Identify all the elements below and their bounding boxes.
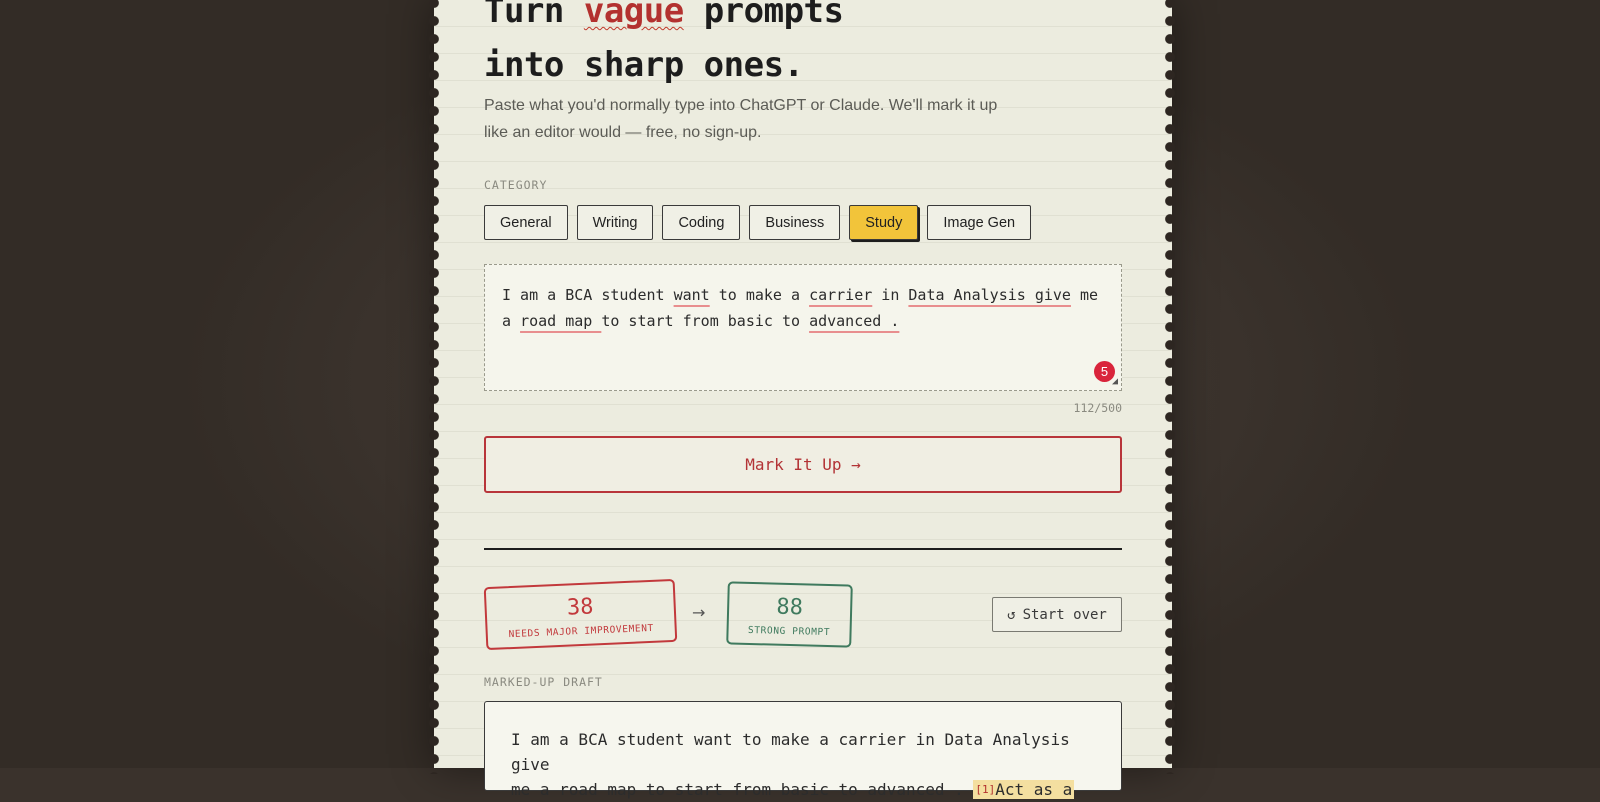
- category-label: CATEGORY: [484, 178, 548, 192]
- flagged-phrase[interactable]: carrier: [809, 286, 872, 304]
- score-after-label: STRONG PROMPT: [747, 624, 831, 639]
- score-before-value: 38: [566, 594, 594, 621]
- headline-emphasis: vague: [583, 0, 684, 31]
- tractor-feed-holes-right: [1163, 0, 1177, 774]
- prompt-segment: in: [872, 286, 909, 304]
- mark-it-up-label: Mark It Up: [745, 455, 842, 474]
- score-after-stamp: 88 STRONG PROMPT: [726, 581, 853, 648]
- flagged-phrase[interactable]: Data Analysis give: [908, 286, 1071, 304]
- arrow-right-icon: →: [692, 603, 706, 622]
- prompt-text: I am a BCA student want to make a carrie…: [502, 286, 1098, 330]
- page-subtitle: Paste what you'd normally type into Chat…: [484, 97, 998, 141]
- prompt-segment: to make a: [709, 286, 810, 304]
- reset-icon: ↺: [1007, 606, 1016, 623]
- score-before-label: NEEDS MAJOR IMPROVEMENT: [508, 622, 655, 641]
- category-selector: General Writing Coding Business Study Image G…: [484, 205, 1032, 240]
- character-count: 112/500: [1073, 401, 1122, 415]
- category-option-business[interactable]: Business: [749, 205, 841, 240]
- prompt-segment: I am a BCA student: [502, 286, 674, 304]
- flagged-phrase[interactable]: road map: [520, 312, 601, 330]
- arrow-right-icon: →: [851, 455, 861, 474]
- tractor-feed-holes-left: [427, 0, 441, 774]
- category-option-general[interactable]: General: [484, 205, 568, 240]
- start-over-button[interactable]: ↺ Start over: [992, 597, 1122, 632]
- category-option-coding[interactable]: Coding: [662, 205, 741, 240]
- page-title: Turn vague prompts into sharp ones.: [484, 0, 844, 92]
- category-option-study[interactable]: Study: [849, 205, 919, 240]
- divider: [484, 548, 1122, 550]
- prompt-input[interactable]: I am a BCA student want to make a carrie…: [484, 264, 1122, 391]
- prompt-segment: to start from basic to: [601, 312, 810, 330]
- mark-it-up-button[interactable]: Mark It Up →: [484, 436, 1122, 493]
- category-option-image-gen[interactable]: Image Gen: [927, 205, 1032, 240]
- marked-up-draft: I am a BCA student want to make a carrie…: [484, 701, 1122, 799]
- score-after-value: 88: [776, 594, 804, 621]
- flagged-phrase[interactable]: want: [674, 286, 710, 304]
- flagged-phrase[interactable]: advanced .: [809, 312, 899, 330]
- start-over-label: Start over: [1022, 606, 1107, 623]
- score-before-stamp: 38 NEEDS MAJOR IMPROVEMENT: [483, 578, 678, 651]
- issue-count-badge: 5: [1094, 361, 1115, 382]
- suggestion-marker: [1]: [975, 783, 996, 796]
- category-option-writing[interactable]: Writing: [576, 205, 654, 240]
- draft-line: me a road map to start from basic to adv…: [511, 780, 1075, 799]
- resize-handle-icon[interactable]: ◢: [1112, 377, 1118, 387]
- inserted-suggestion[interactable]: [1]Act as a: [973, 780, 1075, 799]
- draft-line: I am a BCA student want to make a carrie…: [511, 730, 1070, 774]
- marked-up-draft-label: MARKED-UP DRAFT: [484, 675, 603, 689]
